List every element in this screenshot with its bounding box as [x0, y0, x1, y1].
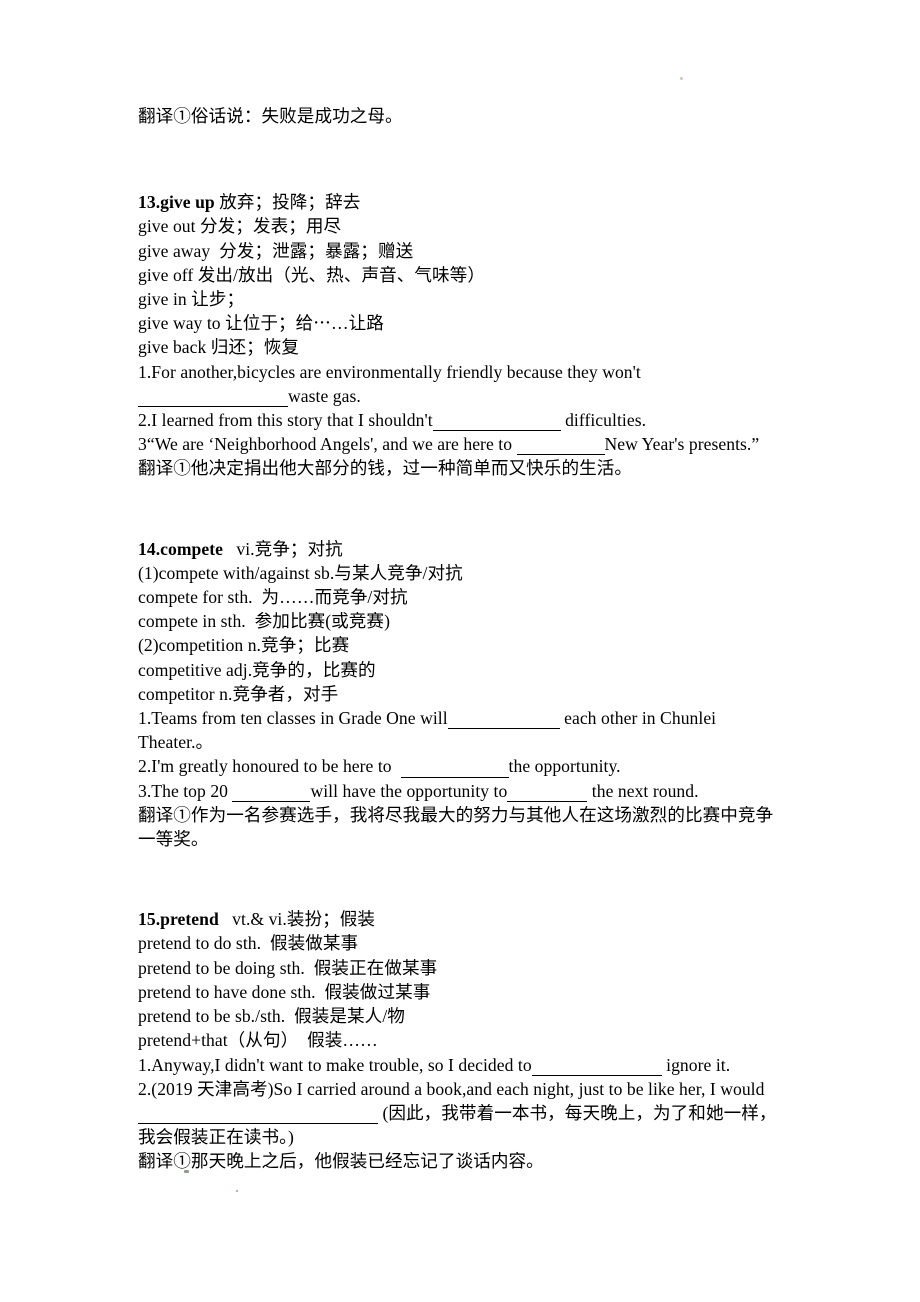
exercise-sentence: 1.For another,bicycles are environmental…	[138, 360, 786, 408]
exercise-sentence: 2.I'm greatly honoured to be here to the…	[138, 754, 786, 778]
document-body: 翻译①俗话说：失败是成功之母。 13.give up 放弃；投降；辞去 give …	[138, 104, 786, 1174]
exercise-text: the next round.	[587, 780, 699, 801]
fill-in-blank[interactable]	[138, 389, 288, 408]
exercise-text: 1.Anyway,I didn't want to make trouble, …	[138, 1054, 532, 1075]
exercise-text: 1.For another,bicycles are environmental…	[138, 361, 641, 382]
exercise-text: ignore it.	[661, 1054, 731, 1075]
fill-in-blank[interactable]	[400, 760, 509, 778]
exercise-sentence: 1.Teams from ten classes in Grade One wi…	[138, 706, 786, 754]
fill-in-blank[interactable]	[138, 1106, 378, 1125]
fill-in-blank[interactable]	[507, 784, 588, 802]
fill-in-blank[interactable]	[232, 784, 311, 802]
exercise-text: 2.I learned from this story that I shoul…	[138, 410, 433, 431]
entry-headword-term: 15.pretend	[138, 909, 219, 930]
entry-headword: 15.pretend vt.& vi.装扮；假装	[138, 907, 786, 931]
entry-phrase: give in 让步；	[138, 289, 245, 310]
translation-line: 翻译①俗话说：失败是成功之母。	[138, 106, 403, 126]
vocabulary-entry-list: 13.give up 放弃；投降；辞去 give out 分发；发表；用尽 give…	[138, 190, 786, 1173]
entry-headword: 13.give up 放弃；投降；辞去	[138, 190, 786, 214]
exercise-text: New Year's presents.”	[604, 434, 760, 455]
exercise-text: 3“We are ‘Neighborhood Angels', and we a…	[138, 434, 517, 455]
exercise-sentence: 3“We are ‘Neighborhood Angels', and we a…	[138, 432, 786, 456]
fill-in-blank[interactable]	[516, 438, 605, 456]
exercise-text: 2.(2019 天津高考)So I carried around a book,…	[138, 1078, 765, 1099]
entry-phrase: compete in sth. 参加比赛(或竞赛)	[138, 611, 390, 632]
exercise-sentence: 2.(2019 天津高考)So I carried around a book,…	[138, 1077, 786, 1150]
entry-phrase: pretend to be sb./sth. 假装是某人/物	[138, 1006, 405, 1027]
exercise-text: difficulties.	[560, 410, 647, 431]
fill-in-blank[interactable]	[447, 712, 560, 730]
scan-speckle-icon	[680, 77, 683, 80]
entry-headword-gloss: 放弃；投降；辞去	[214, 192, 361, 213]
scan-speckle-icon	[236, 1190, 238, 1192]
exercise-text: the opportunity.	[508, 756, 621, 777]
fill-in-blank[interactable]	[531, 1058, 662, 1076]
entry-phrase: pretend+that（从句） 假装……	[138, 1030, 378, 1051]
vocabulary-entry: 15.pretend vt.& vi.装扮；假装 pretend to do st…	[138, 907, 786, 1173]
translation-line: 翻译①作为一名参赛选手，我将尽我最大的努力与其他人在这场激烈的比赛中竞争一等奖。	[138, 804, 774, 850]
entry-phrase: pretend to have done sth. 假装做过某事	[138, 981, 431, 1002]
entry-headword-term: 14.compete	[138, 538, 224, 559]
exercise-sentence: 2.I learned from this story that I shoul…	[138, 408, 786, 432]
fill-in-blank[interactable]	[432, 414, 561, 432]
exercise-text: 1.Teams from ten classes in Grade One wi…	[138, 708, 448, 729]
exercise-text: 3.The top 20	[138, 780, 233, 801]
document-page: 翻译①俗话说：失败是成功之母。 13.give up 放弃；投降；辞去 give …	[0, 0, 920, 1302]
entry-headword-gloss: vt.& vi.装扮；假装	[218, 909, 376, 930]
vocabulary-entry: 13.give up 放弃；投降；辞去 give out 分发；发表；用尽 give…	[138, 190, 786, 480]
entry-phrase: pretend to be doing sth. 假装正在做某事	[138, 957, 438, 978]
entry-phrase: give away 分发；泄露；暴露；赠送	[138, 240, 414, 261]
entry-headword: 14.compete vi.竞争；对抗	[138, 537, 786, 561]
entry-phrase: (2)competition n.竞争；比赛	[138, 635, 350, 656]
exercise-sentence: 3.The top 20 will have the opportunity t…	[138, 779, 786, 803]
entry-phrase: give back 归还；恢复	[138, 337, 300, 358]
entry-phrase: (1)compete with/against sb.与某人竞争/对抗	[138, 562, 463, 583]
exercise-sentence: 1.Anyway,I didn't want to make trouble, …	[138, 1053, 786, 1077]
vocabulary-entry: 14.compete vi.竞争；对抗 (1)compete with/again…	[138, 537, 786, 852]
translation-line: 翻译①那天晚上之后，他假装已经忘记了谈话内容。	[138, 1151, 544, 1172]
entry-phrase: competitive adj.竞争的，比赛的	[138, 659, 376, 680]
exercise-text: waste gas.	[288, 385, 361, 406]
entry-phrase: give way to 让位于；给⋯…让路	[138, 313, 384, 334]
translation-line: 翻译①他决定捐出他大部分的钱，过一种简单而又快乐的生活。	[138, 458, 633, 479]
entry-phrase: compete for sth. 为……而竞争/对抗	[138, 587, 408, 608]
entry-phrase: competitor n.竞争者，对手	[138, 683, 339, 704]
entry-headword-gloss: vi.竞争；对抗	[223, 538, 343, 559]
entry-phrase: give off 发出/放出（光、热、声音、气味等）	[138, 264, 485, 285]
entry-phrase: pretend to do sth. 假装做某事	[138, 933, 359, 954]
entry-phrase: give out 分发；发表；用尽	[138, 216, 342, 237]
exercise-text: 2.I'm greatly honoured to be here to	[138, 756, 401, 777]
entry-headword-term: 13.give up	[138, 192, 215, 213]
exercise-text: will have the opportunity to	[310, 780, 508, 801]
